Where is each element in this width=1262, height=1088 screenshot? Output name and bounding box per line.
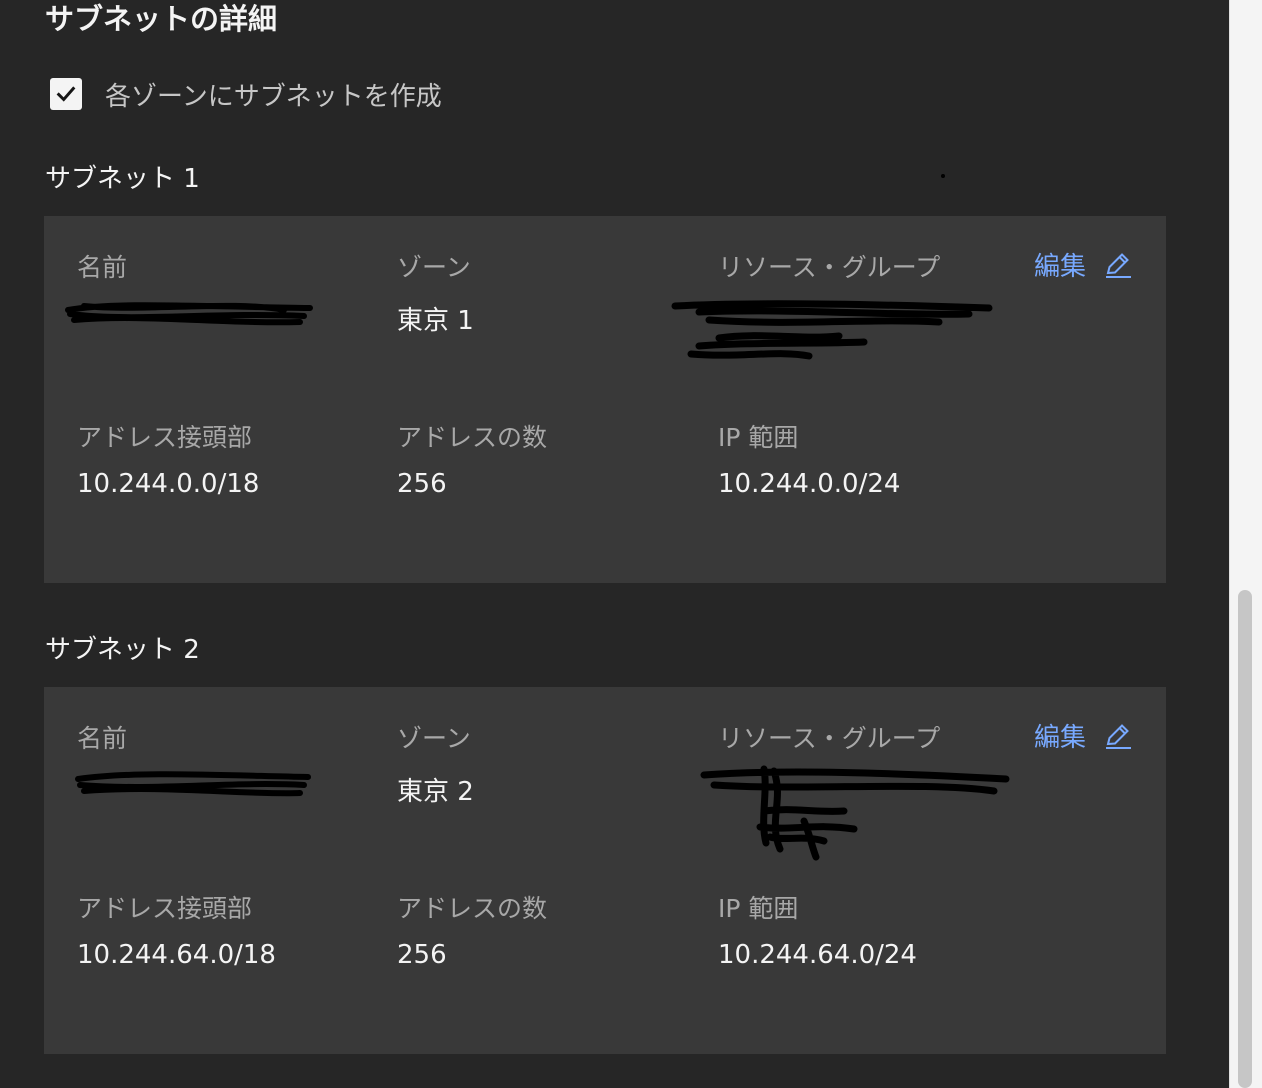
redacted-name [65,302,313,326]
edit-label: 編集 [1033,252,1086,282]
resource-group-label: リソース・グループ [718,253,941,282]
zone-value: 東京 1 [397,306,474,336]
address-count-label: アドレスの数 [397,894,548,923]
name-label: 名前 [77,724,128,753]
redacted-resource-group [671,300,993,360]
ip-range-label: IP 範囲 [718,894,799,923]
vertical-scrollbar[interactable] [1229,0,1262,1088]
address-prefix-label: アドレス接頭部 [77,423,253,452]
zone-value: 東京 2 [397,777,474,807]
ip-range-label: IP 範囲 [718,423,799,452]
subnet-2-heading: サブネット 2 [45,635,200,665]
address-prefix-label: アドレス接頭部 [77,894,253,923]
subnet-1-edit-link[interactable]: 編集 [1034,246,1132,283]
subnet-1-heading: サブネット 1 [45,164,200,194]
ip-range-value: 10.244.64.0/24 [718,940,917,970]
resource-group-label: リソース・グループ [718,724,941,753]
scrollbar-thumb[interactable] [1238,590,1252,1088]
zone-label: ゾーン [397,724,471,753]
name-label: 名前 [77,253,128,282]
redacted-name [75,771,311,797]
address-prefix-value: 10.244.64.0/18 [77,940,276,970]
subnet-2-edit-link[interactable]: 編集 [1034,717,1132,754]
checkbox-label: 各ゾーンにサブネットを作成 [105,81,442,112]
address-count-value: 256 [397,469,447,499]
address-count-value: 256 [397,940,447,970]
pencil-icon [1106,723,1131,749]
page-title: サブネットの詳細 [45,2,278,36]
checkmark-icon [56,86,76,102]
address-count-label: アドレスの数 [397,423,548,452]
subnet-2-card: 名前 ゾーン 東京 2 リソース・グループ 編集 アドレス接頭部 10.244.… [44,687,1166,1054]
ip-range-value: 10.244.0.0/24 [718,469,901,499]
pencil-icon [1106,252,1131,278]
subnet-1-card: 名前 ゾーン 東京 1 リソース・グループ 編集 アドレス接頭部 10.244.… [44,216,1166,583]
address-prefix-value: 10.244.0.0/18 [77,469,260,499]
create-subnet-per-zone-checkbox[interactable] [50,78,82,110]
edit-label: 編集 [1033,723,1086,753]
zone-label: ゾーン [397,253,471,282]
subnet-details-panel: サブネットの詳細 各ゾーンにサブネットを作成 サブネット 1 名前 ゾーン 東京… [0,0,1230,1088]
stray-dot [941,174,945,178]
create-subnet-per-zone-checkbox-row[interactable]: 各ゾーンにサブネットを作成 [50,78,442,112]
redacted-resource-group [700,765,1010,861]
